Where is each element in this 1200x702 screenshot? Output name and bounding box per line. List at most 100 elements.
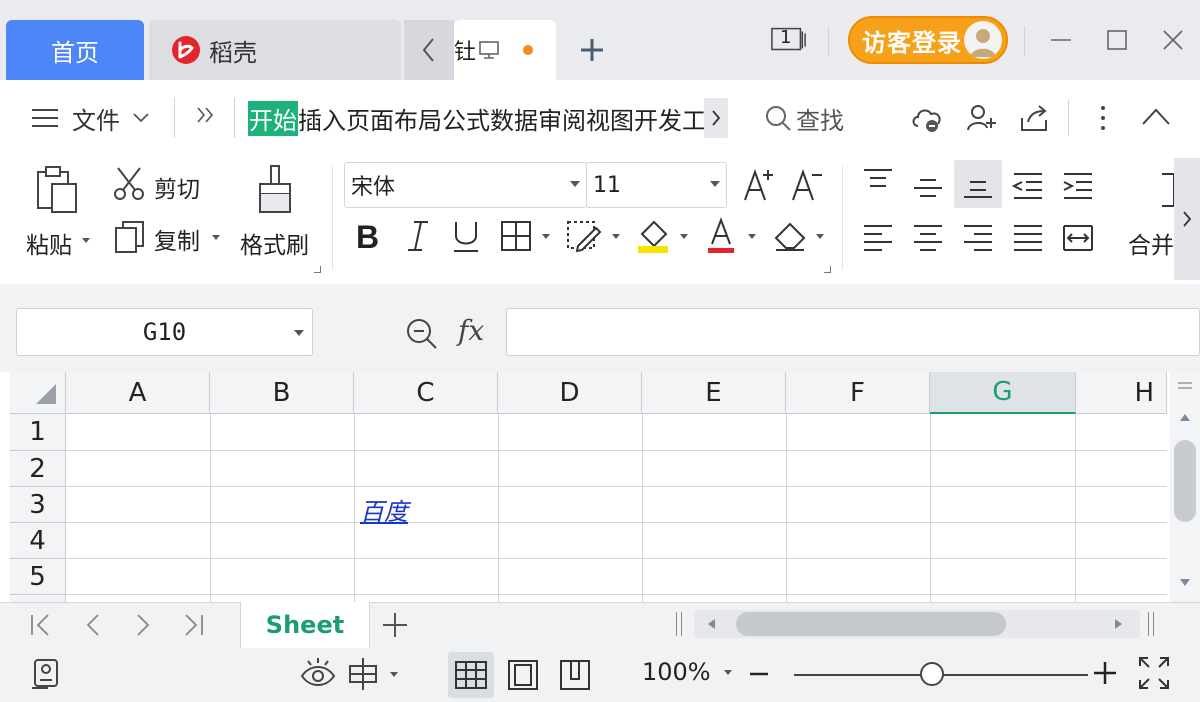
align-top-button[interactable]: [860, 166, 896, 198]
column-header-g[interactable]: G: [930, 372, 1076, 414]
sheet-tab-sheet[interactable]: Sheet: [240, 602, 370, 648]
increase-font-size-button[interactable]: [742, 164, 776, 204]
ribbon-scroll-right-button[interactable]: [1174, 158, 1200, 280]
close-button[interactable]: [1154, 22, 1192, 58]
cell-format-button[interactable]: [566, 218, 624, 256]
file-menu[interactable]: 文件: [30, 98, 150, 138]
tab-home[interactable]: 首页: [6, 20, 144, 80]
font-name-select[interactable]: 宋体: [344, 162, 587, 208]
macro-record-button[interactable]: [30, 656, 64, 692]
zoom-formula-button[interactable]: [404, 316, 440, 352]
more-tabs-button[interactable]: [194, 104, 218, 126]
column-header-f[interactable]: F: [786, 372, 930, 414]
column-header-c[interactable]: C: [354, 372, 498, 414]
fill-color-button[interactable]: [636, 216, 692, 256]
distributed-align-button[interactable]: [1060, 222, 1096, 254]
splitter-handle[interactable]: [676, 612, 682, 636]
tab-developer[interactable]: 开发工: [634, 101, 706, 136]
column-header-e[interactable]: E: [642, 372, 786, 414]
align-middle-button[interactable]: [910, 172, 946, 204]
minimize-button[interactable]: [1042, 22, 1080, 58]
vertical-scrollbar[interactable]: [1170, 372, 1200, 602]
horizontal-scroll-thumb[interactable]: [736, 612, 1006, 636]
tab-scroll-left-button[interactable]: [404, 20, 454, 80]
page-layout-view-button[interactable]: [500, 652, 546, 698]
tab-page-layout[interactable]: 页面布局: [346, 101, 442, 136]
page-break-view-button[interactable]: [552, 652, 598, 698]
previous-sheet-button[interactable]: [80, 612, 106, 638]
cell-c3-hyperlink[interactable]: 百度: [360, 492, 408, 527]
column-header-d[interactable]: D: [498, 372, 642, 414]
underline-button[interactable]: [450, 218, 482, 254]
decrease-font-size-button[interactable]: [790, 164, 824, 204]
clear-format-button[interactable]: [772, 218, 828, 256]
tab-docer[interactable]: 稻壳: [149, 20, 401, 80]
window-manager-button[interactable]: 1: [770, 22, 808, 58]
tab-insert[interactable]: 插入: [298, 101, 346, 136]
more-options-button[interactable]: [1096, 104, 1110, 132]
tab-formulas[interactable]: 公式: [442, 101, 490, 136]
cut-button[interactable]: 剪切: [112, 166, 212, 206]
search-button[interactable]: 查找: [764, 100, 844, 136]
first-sheet-button[interactable]: [28, 612, 54, 638]
row-header-2[interactable]: 2: [10, 451, 66, 487]
font-color-button[interactable]: [704, 216, 760, 256]
vertical-scroll-thumb[interactable]: [1174, 440, 1196, 522]
next-sheet-button[interactable]: [130, 612, 156, 638]
font-size-select[interactable]: 11: [586, 162, 727, 208]
row-header-6[interactable]: [10, 595, 66, 602]
eye-protection-button[interactable]: [300, 656, 336, 690]
justify-button[interactable]: [1010, 222, 1046, 254]
align-right-button[interactable]: [960, 222, 996, 254]
column-header-b[interactable]: B: [210, 372, 354, 414]
select-all-button[interactable]: [10, 372, 66, 414]
ribbon-tabs-scroll-right-button[interactable]: [704, 98, 728, 138]
new-tab-button[interactable]: [572, 30, 612, 70]
zoom-in-button[interactable]: [1092, 660, 1118, 686]
zoom-level-select[interactable]: 100%: [642, 658, 733, 686]
tab-data[interactable]: 数据: [490, 101, 538, 136]
collapse-ribbon-button[interactable]: [1140, 106, 1172, 128]
normal-view-button[interactable]: [448, 652, 494, 698]
row-header-1[interactable]: 1: [10, 414, 66, 451]
maximize-button[interactable]: [1098, 22, 1136, 58]
merge-cells-button[interactable]: 合并: [1126, 164, 1174, 264]
column-header-a[interactable]: A: [66, 372, 210, 414]
clipboard-group-launcher[interactable]: [314, 266, 321, 273]
reading-mode-button[interactable]: [346, 656, 402, 692]
decrease-indent-button[interactable]: [1010, 170, 1046, 202]
share-collaborate-button[interactable]: [966, 102, 998, 134]
splitter-handle[interactable]: [1148, 612, 1154, 636]
visitor-login-button[interactable]: 访客登录: [848, 16, 1008, 64]
row-header-5[interactable]: 5: [10, 559, 66, 595]
zoom-out-button[interactable]: [748, 660, 770, 686]
row-header-3[interactable]: 3: [10, 487, 66, 523]
align-left-button[interactable]: [860, 222, 896, 254]
tab-start[interactable]: 开始: [248, 100, 298, 136]
borders-button[interactable]: [500, 220, 556, 256]
row-header-4[interactable]: 4: [10, 523, 66, 559]
zoom-slider-knob[interactable]: [920, 662, 945, 686]
align-bottom-button[interactable]: [954, 160, 1002, 208]
align-center-button[interactable]: [910, 222, 946, 254]
tab-active-workbook[interactable]: 钍: [454, 20, 556, 80]
increase-indent-button[interactable]: [1060, 170, 1096, 202]
formula-input[interactable]: [506, 308, 1200, 356]
fullscreen-button[interactable]: [1138, 656, 1170, 690]
ribbon-tab-strip: 开始 插入 页面布局 公式 数据 审阅 视图 开发工: [248, 98, 706, 138]
bold-button[interactable]: B: [354, 218, 384, 254]
tab-view[interactable]: 视图: [586, 101, 634, 136]
last-sheet-button[interactable]: [180, 612, 206, 638]
paste-button[interactable]: 粘贴: [20, 164, 92, 264]
column-header-h[interactable]: H: [1076, 372, 1167, 414]
tab-review[interactable]: 审阅: [538, 101, 586, 136]
add-sheet-button[interactable]: [380, 610, 410, 640]
italic-button[interactable]: [404, 218, 432, 254]
cloud-sync-button[interactable]: [910, 102, 944, 134]
name-box[interactable]: G10: [16, 308, 313, 356]
copy-button[interactable]: 复制: [112, 218, 224, 258]
font-group-launcher[interactable]: [824, 266, 831, 273]
insert-function-button[interactable]: fx: [458, 314, 484, 347]
format-painter-button[interactable]: 格式刷: [236, 164, 318, 264]
share-button[interactable]: [1018, 102, 1050, 134]
